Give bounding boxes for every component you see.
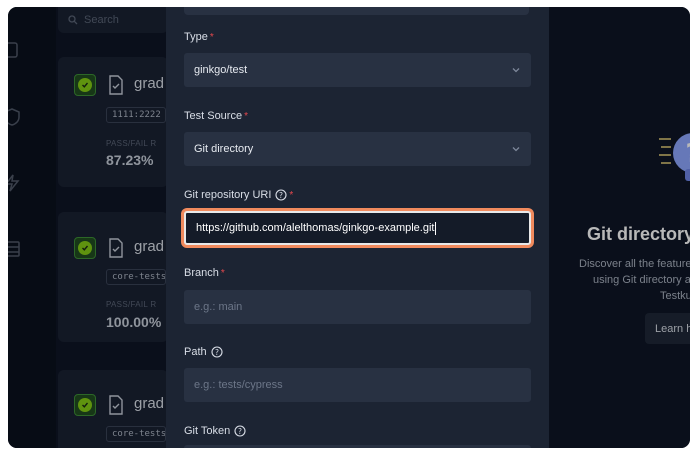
test-card[interactable]: grad core-tests:e [58, 370, 168, 448]
test-source-select-value: Git directory [194, 143, 254, 155]
test-source-select[interactable]: Git directory [184, 132, 531, 166]
required-asterisk: * [289, 189, 294, 201]
required-asterisk: * [220, 267, 225, 279]
type-select-value: ginkgo/test [194, 64, 248, 76]
chevron-down-icon [512, 68, 520, 73]
bolt-icon[interactable] [8, 173, 22, 193]
learn-more-button[interactable]: Learn h [645, 313, 690, 344]
required-asterisk: * [209, 31, 214, 43]
git-uri-label: Git repository URI ? * [184, 189, 293, 201]
left-navigation-rail [8, 7, 56, 448]
svg-text:?: ? [279, 191, 283, 200]
status-check-badge [74, 74, 96, 96]
search-placeholder: Search [84, 14, 119, 26]
svg-text:?: ? [685, 139, 690, 169]
test-card[interactable]: grad 1111:2222 PASS/FAIL R 87.23% [58, 57, 168, 187]
form-previous-field-edge [184, 7, 529, 15]
path-input[interactable]: e.g.: tests/cypress [184, 368, 531, 402]
git-token-label-text: Git Token [184, 425, 231, 437]
chevron-down-icon [512, 147, 520, 152]
test-name: grad [134, 238, 165, 255]
test-source-label: Test Source * [184, 110, 248, 122]
required-asterisk: * [244, 110, 248, 122]
create-test-form: Type * ginkgo/test Test Source * Git direc… [166, 7, 549, 448]
document-icon [109, 238, 123, 258]
status-check-badge [74, 394, 96, 416]
help-circle-icon[interactable]: ? [211, 346, 223, 358]
help-description-line: Discover all the feature [579, 258, 690, 270]
help-description-line: Testku [660, 290, 690, 302]
pass-fail-label: PASS/FAIL R [106, 139, 157, 148]
git-uri-label-text: Git repository URI [184, 189, 272, 201]
test-tag: core-tests:e [106, 269, 166, 285]
type-label: Type * [184, 31, 214, 43]
git-token-input[interactable] [184, 445, 531, 448]
type-label-text: Type [184, 31, 208, 43]
git-token-label: Git Token ? [184, 425, 246, 437]
branch-placeholder: e.g.: main [194, 301, 243, 313]
test-source-label-text: Test Source [184, 110, 243, 122]
app-window: Search grad 1111:2222 PASS/FAIL R 87.23%… [8, 7, 690, 448]
pass-fail-label: PASS/FAIL R [106, 300, 157, 309]
shield-icon[interactable] [8, 107, 22, 127]
lightbulb-question-icon: ? [659, 133, 690, 181]
pass-fail-value: 87.23% [106, 152, 154, 168]
help-circle-icon[interactable]: ? [275, 189, 287, 201]
branch-label: Branch * [184, 267, 225, 279]
help-circle-icon[interactable]: ? [234, 425, 246, 437]
help-description-line: using Git directory a [593, 274, 690, 286]
tests-icon[interactable] [8, 40, 22, 60]
git-uri-input[interactable]: https://github.com/alelthomas/ginkgo-exa… [184, 211, 531, 245]
status-check-badge [74, 237, 96, 259]
text-caret [435, 221, 437, 235]
test-name: grad [134, 395, 165, 412]
test-card[interactable]: grad core-tests:e PASS/FAIL R 100.00% [58, 212, 168, 342]
test-name: grad [134, 75, 165, 92]
search-icon [68, 15, 78, 25]
path-label: Path ? [184, 346, 223, 358]
pass-fail-value: 100.00% [106, 314, 162, 330]
document-icon [109, 75, 123, 95]
svg-text:?: ? [238, 427, 242, 436]
table-icon[interactable] [8, 239, 22, 259]
help-title: Git directory [587, 224, 690, 244]
test-tag: core-tests:e [106, 426, 166, 442]
branch-input[interactable]: e.g.: main [184, 290, 531, 324]
path-placeholder: e.g.: tests/cypress [194, 379, 283, 391]
document-icon [109, 395, 123, 415]
branch-label-text: Branch [184, 267, 219, 279]
git-uri-input-value: https://github.com/alelthomas/ginkgo-exa… [196, 222, 435, 234]
svg-text:?: ? [215, 348, 219, 357]
search-input[interactable]: Search [58, 7, 168, 33]
path-label-text: Path [184, 346, 207, 358]
test-tag: 1111:2222 [106, 107, 166, 123]
type-select[interactable]: ginkgo/test [184, 53, 531, 87]
